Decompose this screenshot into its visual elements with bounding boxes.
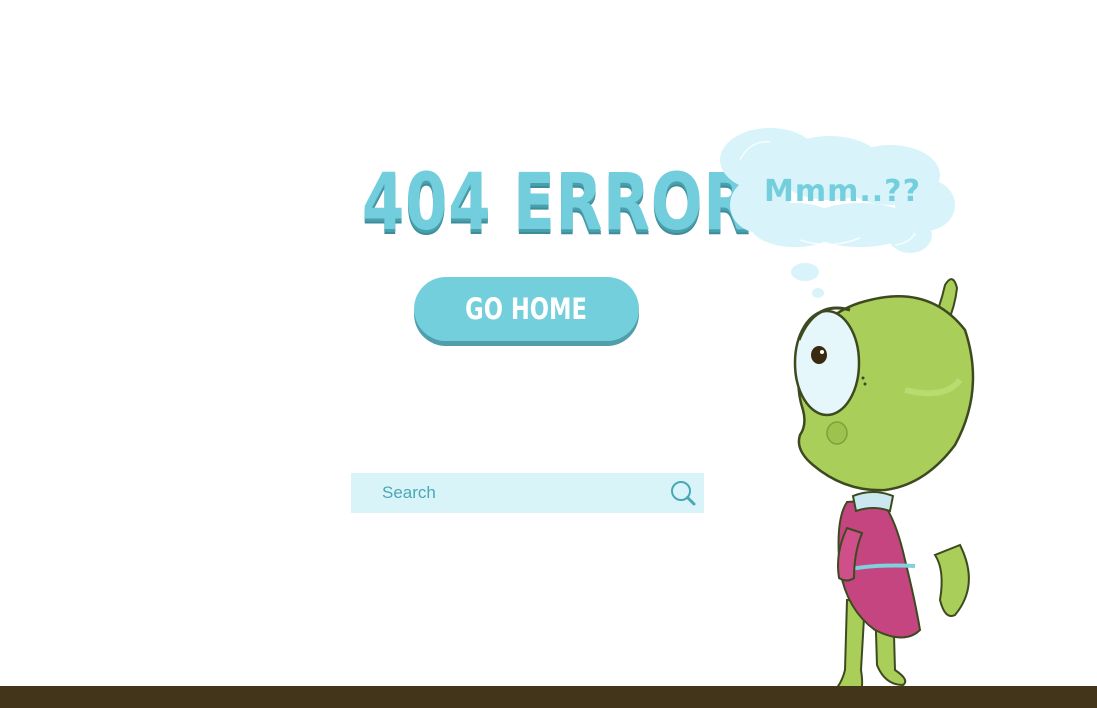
ground-strip bbox=[0, 686, 1097, 708]
magnifier-icon bbox=[671, 481, 696, 506]
search-box bbox=[351, 473, 704, 513]
thought-bubble-text: Mmm..?? bbox=[764, 174, 921, 209]
alien-illustration bbox=[793, 278, 975, 702]
search-input[interactable] bbox=[351, 473, 661, 513]
search-button[interactable] bbox=[667, 478, 699, 508]
go-home-label: GO HOME bbox=[465, 292, 588, 326]
go-home-button[interactable]: GO HOME bbox=[414, 277, 639, 341]
error-title: 404 ERROR bbox=[362, 158, 752, 248]
